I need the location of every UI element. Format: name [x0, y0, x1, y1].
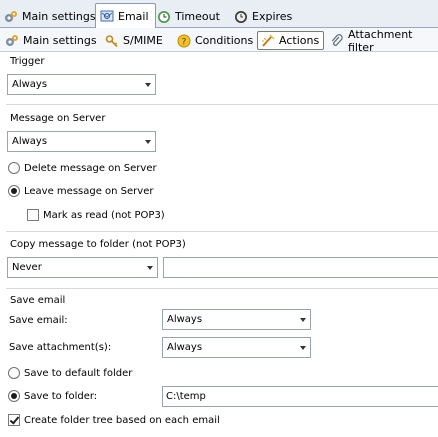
tab-label: Actions — [279, 34, 320, 47]
mark-as-read-label: Mark as read (not POP3) — [43, 210, 165, 221]
chevron-down-icon — [147, 266, 153, 270]
divider — [6, 231, 438, 232]
timeout-icon — [157, 10, 171, 24]
conditions-icon: ? — [177, 34, 191, 48]
tab-expires[interactable]: Expires — [230, 5, 298, 28]
leave-message-label: Leave message on Server — [24, 186, 154, 197]
actions-icon — [261, 33, 275, 48]
leave-message-radio[interactable] — [8, 185, 20, 197]
main-settings-icon — [5, 34, 19, 48]
chevron-down-icon — [300, 346, 306, 350]
main-tab-bar: Main settings Email Timeout Expires — [0, 0, 438, 29]
trigger-dropdown[interactable]: Always — [7, 74, 156, 95]
tab-timeout[interactable]: Timeout — [153, 5, 226, 28]
tab-main-settings[interactable]: Main settings — [0, 5, 102, 28]
copy-folder-dropdown[interactable]: Never — [7, 257, 158, 278]
copy-folder-path-input[interactable] — [163, 257, 438, 278]
tab-label: Attachment filter — [348, 27, 413, 54]
tab-label: Email — [118, 9, 149, 23]
tab-label: Timeout — [175, 10, 220, 23]
tab-email[interactable]: Email — [95, 3, 156, 29]
message-on-server-dropdown[interactable]: Always — [7, 131, 156, 152]
tab-sub-conditions[interactable]: ? Conditions — [174, 31, 257, 50]
email-icon — [100, 9, 114, 23]
divider — [6, 288, 438, 289]
message-on-server-label: Message on Server — [10, 113, 106, 124]
message-on-server-value: Always — [12, 136, 48, 147]
copy-folder-value: Never — [12, 262, 42, 273]
create-folder-tree-label: Create folder tree based on each email — [24, 415, 220, 426]
svg-text:?: ? — [182, 37, 187, 47]
save-email-value: Always — [167, 314, 203, 325]
expires-icon — [234, 10, 248, 24]
smime-icon — [105, 34, 119, 48]
save-email-label: Save email: — [9, 315, 68, 326]
save-email-group-label: Save email — [10, 295, 66, 306]
trigger-value: Always — [12, 79, 48, 90]
save-email-dropdown[interactable]: Always — [162, 309, 311, 330]
main-settings-icon — [4, 10, 18, 24]
save-attachments-label: Save attachment(s): — [9, 342, 112, 353]
chevron-down-icon — [145, 140, 151, 144]
mark-as-read-checkbox[interactable] — [27, 209, 39, 221]
divider — [6, 104, 438, 105]
tab-label: Main settings — [23, 34, 97, 47]
tab-label: Conditions — [195, 34, 254, 47]
tab-sub-smime[interactable]: S/MIME — [102, 31, 167, 50]
save-to-folder-input[interactable]: C:\temp — [162, 386, 438, 407]
chevron-down-icon — [300, 318, 306, 322]
delete-message-radio[interactable] — [8, 162, 20, 174]
save-attachments-dropdown[interactable]: Always — [162, 337, 311, 358]
copy-folder-label: Copy message to folder (not POP3) — [10, 239, 186, 250]
tab-label: Main settings — [22, 10, 96, 23]
sub-tab-bar: Main settings S/MIME ? Conditions Action… — [0, 28, 438, 54]
tab-sub-actions[interactable]: Actions — [257, 31, 325, 50]
save-default-folder-radio[interactable] — [8, 367, 20, 379]
save-attachments-value: Always — [167, 342, 203, 353]
save-to-folder-label: Save to folder: — [24, 391, 98, 402]
delete-message-label: Delete message on Server — [24, 163, 157, 174]
save-default-folder-label: Save to default folder — [24, 368, 133, 379]
save-to-folder-radio[interactable] — [8, 390, 20, 402]
tab-label: Expires — [252, 10, 293, 23]
attachment-icon — [330, 33, 344, 48]
tab-label: S/MIME — [123, 34, 163, 47]
create-folder-tree-checkbox[interactable] — [8, 414, 20, 426]
tab-sub-main-settings[interactable]: Main settings — [2, 31, 101, 50]
chevron-down-icon — [145, 83, 151, 87]
trigger-group-label: Trigger — [10, 56, 45, 67]
tab-sub-attachment-filter[interactable]: Attachment filter — [327, 28, 438, 54]
